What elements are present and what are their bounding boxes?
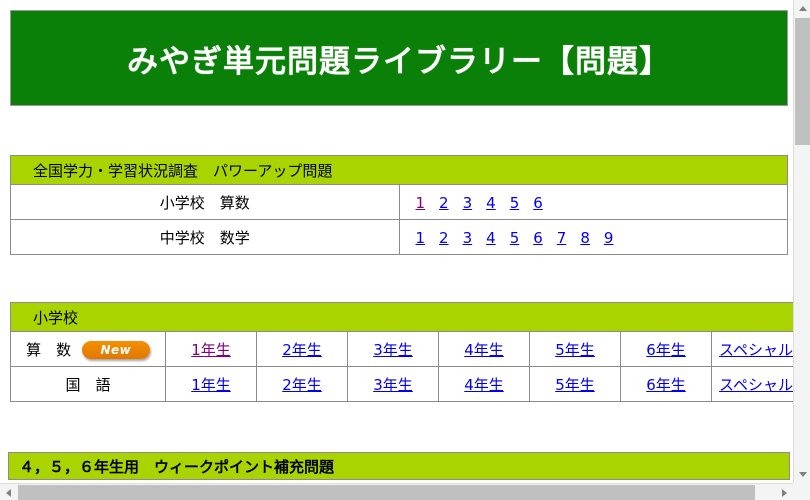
table-header-row: 小学校 (9, 302, 793, 332)
cell-japanese-grade4: 4年生 (438, 366, 530, 402)
arrow-up-icon (798, 6, 807, 11)
cell-math-grade6: 6年生 (620, 331, 712, 367)
link-powerup-jh-2[interactable]: 2 (439, 229, 449, 247)
row-label-math: 算 数 New (10, 331, 166, 367)
cell-math-grade5: 5年生 (529, 331, 621, 367)
link-japanese-grade4[interactable]: 4年生 (464, 376, 504, 394)
link-powerup-jh-9[interactable]: 9 (604, 229, 614, 247)
cell-japanese-grade2: 2年生 (256, 366, 348, 402)
page-content: みやぎ単元問題ライブラリー【問題】 全国学力・学習状況調査 パワーアップ問題 小… (0, 0, 793, 483)
scroll-right-button[interactable] (776, 484, 793, 500)
table-row: 算 数 New 1年生 2年生 3年生 4年生 5年生 6年生 スペシャル (10, 331, 793, 367)
link-powerup-es-3[interactable]: 3 (463, 194, 473, 212)
vertical-scrollbar-thumb[interactable] (795, 18, 810, 145)
link-powerup-es-5[interactable]: 5 (510, 194, 520, 212)
link-powerup-jh-7[interactable]: 7 (557, 229, 567, 247)
link-math-grade2[interactable]: 2年生 (282, 341, 322, 359)
weakpoint-header-label: ４，５，６年生用 ウィークポイント補充問題 (19, 457, 335, 476)
link-japanese-grade6[interactable]: 6年生 (646, 376, 686, 394)
arrow-down-icon (798, 472, 807, 477)
link-japanese-grade1[interactable]: 1年生 (191, 376, 231, 394)
link-math-special[interactable]: スペシャル (719, 341, 793, 359)
cell-math-grade1: 1年生 (165, 331, 257, 367)
scroll-up-button[interactable] (794, 0, 810, 17)
cell-math-special: スペシャル (710, 331, 793, 367)
new-badge-icon: New (81, 341, 150, 359)
weakpoint-section-header: ４，５，６年生用 ウィークポイント補充問題 (8, 452, 790, 480)
link-powerup-jh-4[interactable]: 4 (486, 229, 496, 247)
link-japanese-grade5[interactable]: 5年生 (555, 376, 595, 394)
table-row: 小学校 算数 123456 (10, 184, 788, 220)
cell-math-grade3: 3年生 (347, 331, 439, 367)
link-math-grade6[interactable]: 6年生 (646, 341, 686, 359)
powerup-table: 全国学力・学習状況調査 パワーアップ問題 小学校 算数 123456 中学校 数… (10, 155, 788, 255)
elementary-table: 小学校 算 数 New 1年生 2年生 3年生 4年生 5年生 6年生 スペシャ… (9, 302, 793, 402)
link-powerup-es-4[interactable]: 4 (486, 194, 496, 212)
cell-japanese-grade6: 6年生 (620, 366, 712, 402)
scroll-left-button[interactable] (0, 484, 17, 500)
link-powerup-jh-8[interactable]: 8 (580, 229, 590, 247)
link-math-grade5[interactable]: 5年生 (555, 341, 595, 359)
link-powerup-es-2[interactable]: 2 (439, 194, 449, 212)
cell-japanese-grade1: 1年生 (165, 366, 257, 402)
cell-japanese-special: スペシャル (710, 366, 793, 402)
horizontal-scrollbar[interactable] (0, 483, 793, 500)
powerup-table-header: 全国学力・学習状況調査 パワーアップ問題 (10, 155, 788, 185)
link-powerup-jh-1[interactable]: 1 (416, 229, 426, 247)
cell-japanese-grade5: 5年生 (529, 366, 621, 402)
table-header-row: 全国学力・学習状況調査 パワーアップ問題 (10, 155, 788, 185)
page-title-banner: みやぎ単元問題ライブラリー【問題】 (10, 10, 788, 106)
row-label-math-text: 算 数 (26, 340, 72, 359)
row-label-junior-math: 中学校 数学 (10, 219, 400, 255)
powerup-elementary-links: 123456 (398, 184, 788, 220)
scroll-down-button[interactable] (794, 466, 810, 483)
page-title: みやぎ単元問題ライブラリー【問題】 (127, 43, 671, 80)
cell-japanese-grade3: 3年生 (347, 366, 439, 402)
link-japanese-grade2[interactable]: 2年生 (282, 376, 322, 394)
link-powerup-es-1[interactable]: 1 (416, 194, 426, 212)
link-math-grade1[interactable]: 1年生 (191, 341, 231, 359)
arrow-left-icon (6, 488, 11, 497)
row-label-japanese-text: 国 語 (65, 375, 111, 394)
cell-math-grade4: 4年生 (438, 331, 530, 367)
row-label-japanese: 国 語 (10, 366, 166, 402)
link-powerup-jh-5[interactable]: 5 (510, 229, 520, 247)
cell-math-grade2: 2年生 (256, 331, 348, 367)
link-math-grade4[interactable]: 4年生 (464, 341, 504, 359)
link-japanese-grade3[interactable]: 3年生 (373, 376, 413, 394)
row-label-elementary-math: 小学校 算数 (10, 184, 400, 220)
link-japanese-special[interactable]: スペシャル (719, 376, 793, 394)
table-row: 中学校 数学 123456789 (10, 219, 788, 255)
scrollbar-corner (793, 483, 810, 500)
browser-viewport: みやぎ単元問題ライブラリー【問題】 全国学力・学習状況調査 パワーアップ問題 小… (0, 0, 810, 500)
link-math-grade3[interactable]: 3年生 (373, 341, 413, 359)
arrow-right-icon (782, 488, 787, 497)
table-row: 国 語 1年生 2年生 3年生 4年生 5年生 6年生 スペシャル (10, 366, 793, 402)
elementary-table-header: 小学校 (9, 302, 793, 332)
link-powerup-jh-6[interactable]: 6 (533, 229, 543, 247)
link-powerup-es-6[interactable]: 6 (533, 194, 543, 212)
link-powerup-jh-3[interactable]: 3 (463, 229, 473, 247)
horizontal-scrollbar-thumb[interactable] (18, 485, 755, 500)
powerup-junior-links: 123456789 (398, 219, 788, 255)
vertical-scrollbar[interactable] (793, 0, 810, 483)
